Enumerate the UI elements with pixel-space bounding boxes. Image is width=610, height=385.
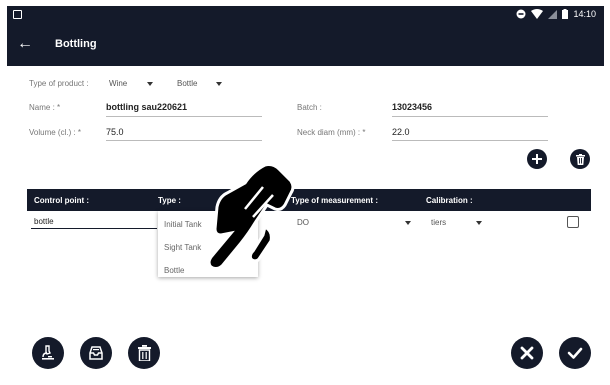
wifi-icon xyxy=(531,9,544,19)
page-title: Bottling xyxy=(55,38,97,50)
type-option-initial-tank[interactable]: Initial Tank xyxy=(164,220,202,229)
batch-label: Batch : xyxy=(297,103,322,112)
delete-row-button[interactable] xyxy=(570,149,590,169)
row-select-checkbox[interactable] xyxy=(567,216,579,228)
trash-icon xyxy=(137,345,151,361)
inbox-icon xyxy=(89,346,103,360)
name-field-underline xyxy=(106,116,262,117)
product-select-value: Wine xyxy=(109,79,128,88)
archive-button[interactable] xyxy=(80,337,112,369)
confirm-icon xyxy=(567,347,583,359)
control-points-table-header: Control point : Type : Type of measureme… xyxy=(27,189,591,211)
type-option-sight-tank[interactable]: Sight Tank xyxy=(164,243,201,252)
name-label: Name : * xyxy=(29,103,61,112)
status-bar: 14:10 xyxy=(7,6,604,24)
neck-diam-field[interactable]: 22.0 xyxy=(392,127,410,137)
trash-icon xyxy=(575,153,585,165)
app-frame: 14:10 ← Bottling Type of product : Wine … xyxy=(7,6,604,379)
header-type: Type : xyxy=(158,196,181,205)
type-option-bottle[interactable]: Bottle xyxy=(164,266,184,275)
volume-label: Volume (cl.) : * xyxy=(29,128,82,137)
chevron-down-icon xyxy=(476,221,482,225)
pointing-hand-icon xyxy=(207,163,295,271)
header-calibration: Calibration : xyxy=(426,196,473,205)
container-select-value: Bottle xyxy=(177,79,198,88)
status-time: 14:10 xyxy=(573,9,596,19)
cancel-icon xyxy=(520,346,534,360)
measurement-select-value: DO xyxy=(297,218,309,227)
image-notification-icon xyxy=(13,10,22,19)
confirm-button[interactable] xyxy=(559,337,591,369)
calibration-select-value: tiers xyxy=(431,218,447,227)
battery-icon xyxy=(562,9,569,19)
app-bar: ← Bottling xyxy=(7,24,604,66)
control-point-input[interactable]: bottle xyxy=(34,217,54,226)
plus-icon xyxy=(532,154,542,164)
microscope-icon xyxy=(42,345,54,360)
chevron-down-icon xyxy=(405,221,411,225)
cancel-button[interactable] xyxy=(511,337,543,369)
header-control-point: Control point : xyxy=(34,196,90,205)
delete-button[interactable] xyxy=(128,337,160,369)
header-type-of-measurement: Type of measurement : xyxy=(291,196,378,205)
name-field[interactable]: bottling sau220621 xyxy=(106,102,187,112)
batch-field[interactable]: 13023456 xyxy=(392,102,432,112)
arrow-left-icon[interactable]: ← xyxy=(17,35,33,53)
neck-diam-field-underline xyxy=(392,140,548,141)
analysis-button[interactable] xyxy=(32,337,64,369)
signal-icon xyxy=(548,10,558,19)
volume-field-underline xyxy=(106,140,262,141)
neck-diam-label: Neck diam (mm) : * xyxy=(297,128,366,137)
chevron-down-icon xyxy=(216,82,222,86)
chevron-down-icon xyxy=(147,82,153,86)
type-of-product-label: Type of product : xyxy=(29,79,89,88)
do-not-disturb-icon xyxy=(516,9,526,19)
batch-field-underline xyxy=(392,116,548,117)
volume-field[interactable]: 75.0 xyxy=(106,127,124,137)
control-point-input-underline xyxy=(31,228,157,229)
add-row-button[interactable] xyxy=(527,149,547,169)
status-icons: 14:10 xyxy=(516,9,596,19)
